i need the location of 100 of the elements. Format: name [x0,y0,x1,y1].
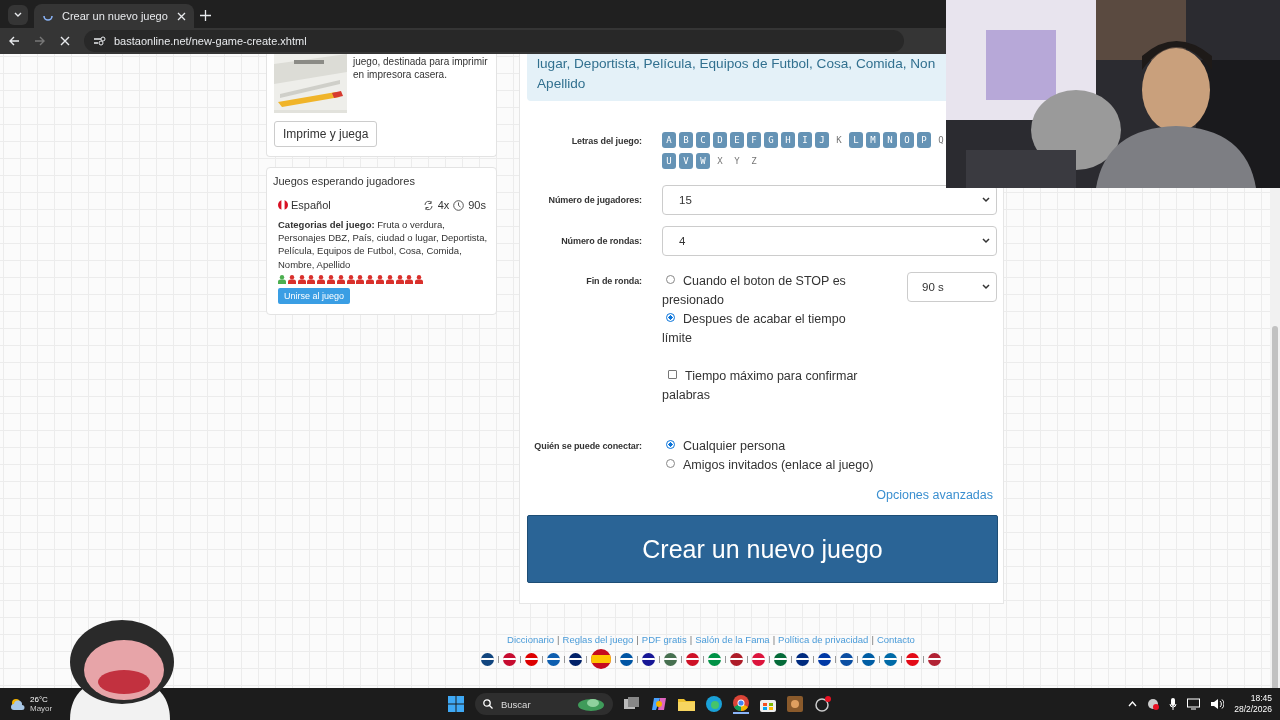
letter-toggle[interactable]: B [679,132,693,148]
section-title: Juegos esperando jugadores [273,175,416,187]
letter-toggle[interactable]: V [679,153,693,169]
flag-icon[interactable] [796,652,809,666]
players-select[interactable]: 15 [662,185,997,215]
weather-cloud-icon [10,698,26,710]
letter-toggle[interactable]: Q [934,132,945,148]
letter-toggle[interactable]: C [696,132,710,148]
footer-link[interactable]: Salón de la Fama [695,634,770,645]
footer-link[interactable]: PDF gratis [641,634,687,645]
clock-date: 28/2/2026 [1234,704,1272,715]
flag-icon[interactable] [862,652,875,666]
back-icon[interactable] [8,35,20,47]
footer-link[interactable]: Contacto [876,634,915,645]
flag-icon[interactable] [840,652,853,666]
separator: | [636,634,639,645]
letter-toggle[interactable]: N [883,132,897,148]
letter-toggle[interactable]: M [866,132,880,148]
forward-icon [34,35,46,47]
note-line: Apellido [537,75,587,93]
browser-tab[interactable]: Crear un nuevo juego [34,4,194,28]
letter-toggle[interactable]: G [764,132,778,148]
language-label: Español [291,199,331,211]
letter-toggle[interactable]: F [747,132,761,148]
letter-toggle[interactable]: Y [730,153,744,169]
letter-toggle[interactable]: O [900,132,914,148]
new-tab-icon[interactable] [200,10,211,21]
letter-toggle[interactable]: I [798,132,812,148]
footer-link[interactable]: Reglas del juego [562,634,634,645]
flag-icon[interactable] [481,652,494,666]
flag-icon[interactable] [774,652,787,666]
letter-toggle[interactable]: D [713,132,727,148]
chevron-down-icon[interactable] [8,5,28,25]
flag-icon[interactable] [928,652,941,666]
flag-icon[interactable] [730,652,743,666]
field-label: Letras del juego: [570,135,642,146]
clock-icon [453,199,465,211]
field-label: Número de rondas: [560,235,642,246]
game-icon[interactable] [787,696,803,712]
flag-icon[interactable] [620,652,633,666]
radio-option[interactable]: Cuando el boton de STOP es presionado [662,272,872,310]
weather-text: Mayor [30,704,53,713]
footer-link[interactable]: Diccionario [507,634,555,645]
letter-toggle[interactable]: L [849,132,863,148]
temperature-text: 26°C [30,695,49,704]
close-icon[interactable] [177,11,186,21]
separator: | [871,634,874,645]
categories-text: Categorias del juego: Fruta o verdura, Personajes DBZ, País, ciudad o lugar, Deportista, Película, Equipos de Futbol, Cosa, Comida, Nombre, Apellido [278,218,489,271]
separator: | [772,634,776,645]
task-view-icon[interactable] [624,697,640,711]
scrollbar-thumb[interactable] [1272,326,1278,688]
letter-toggle[interactable]: E [730,132,744,148]
radio-option[interactable]: Despues de acabar el tiempo límite [662,310,872,348]
flag-icon [278,200,288,210]
time-select[interactable]: 90 s [907,272,997,302]
join-button[interactable]: Unirse al juego [278,287,351,304]
speaker-icon[interactable] [1210,698,1225,710]
flag-icon[interactable] [503,652,516,666]
app-notification-icon[interactable] [814,696,832,712]
rounds-icon [422,199,434,211]
display-icon[interactable] [1187,698,1201,710]
chevron-up-icon[interactable] [1128,701,1138,707]
checkbox-option[interactable]: Tiempo máximo para confirmar palabras [662,367,872,405]
letter-toggle[interactable]: A [662,132,676,148]
tab-title: Crear un nuevo juego [62,10,169,22]
footer-link[interactable]: Política de privacidad [778,634,869,645]
letter-toggle[interactable]: W [696,153,710,169]
create-game-button[interactable]: Crear un nuevo juego [527,515,998,583]
taskbar-search[interactable]: Buscar [475,693,613,715]
microphone-icon[interactable] [1169,698,1178,710]
site-settings-icon[interactable] [94,36,106,46]
radio-option[interactable]: Amigos invitados (enlace al juego) [662,456,962,475]
description-text: juego, destinada para imprimir en impresora casera. [353,55,489,82]
letter-toggle[interactable]: Z [747,153,761,169]
field-label: Quién se puede conectar: [533,440,642,451]
address-bar[interactable]: bastaonline.net/new-game-create.xhtml [84,30,904,52]
stop-icon[interactable] [60,36,70,46]
print-button[interactable]: Imprime y juega [274,121,378,147]
flag-icon[interactable] [547,652,560,666]
tray-app-icon[interactable] [1147,698,1160,710]
flag-icon[interactable] [642,652,655,666]
search-icon [483,699,493,709]
chevron-down-icon [982,284,990,290]
folder-icon[interactable] [678,697,695,711]
advanced-options-link[interactable]: Opciones avanzadas [876,488,993,502]
rounds-count: 4x [437,199,450,211]
letter-toggle[interactable]: X [713,153,727,169]
letter-toggle[interactable]: J [815,132,829,148]
flag-icon[interactable] [818,652,831,666]
letter-toggle[interactable]: U [662,153,676,169]
separator: | [689,634,693,645]
letter-toggle[interactable]: K [832,132,846,148]
flag-icon[interactable] [569,652,582,666]
radio-option[interactable]: Cualquier persona [662,437,962,456]
letter-toggle[interactable]: H [781,132,795,148]
field-label: Número de jugadores: [547,194,642,205]
url-text: bastaonline.net/new-game-create.xhtml [114,35,307,47]
letter-toggle[interactable]: P [917,132,931,148]
time-limit: 90s [468,199,486,211]
rounds-select[interactable]: 4 [662,226,997,256]
